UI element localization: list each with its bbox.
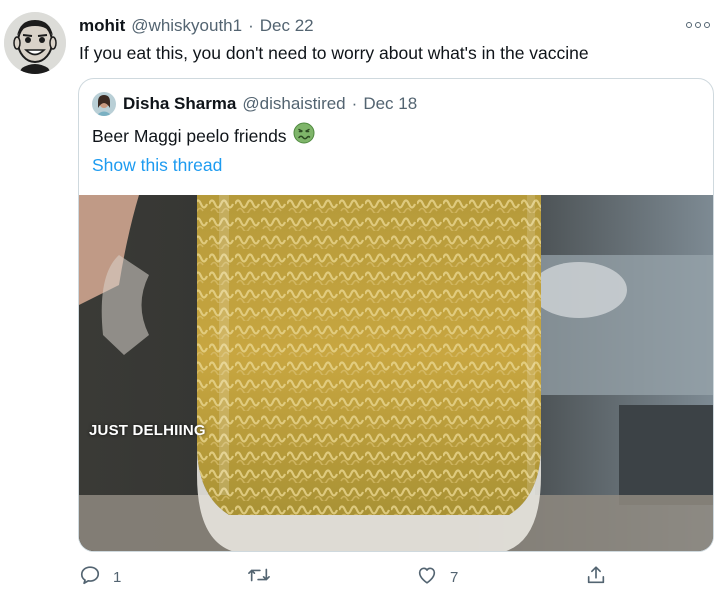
quoted-author-handle[interactable]: @dishaistired — [242, 94, 345, 114]
video-watermark: JUST DELHIING — [89, 422, 206, 439]
tweet-media-video[interactable]: JUST DELHIING — [79, 195, 713, 551]
quoted-author-name[interactable]: Disha Sharma — [123, 94, 236, 114]
like-count: 7 — [450, 568, 459, 586]
heart-icon — [416, 564, 438, 589]
tweet-action-bar: 1 7 — [0, 562, 717, 589]
share-button[interactable] — [585, 562, 607, 589]
separator-dot: · — [351, 94, 358, 113]
retweet-icon — [247, 564, 271, 589]
retweet-button[interactable] — [247, 562, 283, 589]
more-options-icon[interactable] — [686, 17, 710, 33]
show-thread-link[interactable]: Show this thread — [92, 153, 222, 177]
separator-dot: · — [248, 16, 254, 35]
author-name[interactable]: mohit — [79, 16, 125, 36]
tweet-header: mohit @whiskyouth1 · Dec 22 — [79, 14, 314, 38]
author-handle[interactable]: @whiskyouth1 — [131, 16, 242, 36]
quoted-tweet-text: Beer Maggi peelo friends — [92, 126, 287, 146]
quoted-author-avatar — [92, 92, 116, 116]
quoted-tweet-date[interactable]: Dec 18 — [363, 94, 417, 114]
reply-count: 1 — [113, 568, 122, 586]
reply-icon — [79, 564, 101, 589]
quoted-tweet[interactable]: Disha Sharma @dishaistired · Dec 18 Beer… — [78, 78, 714, 552]
quoted-tweet-header: Disha Sharma @dishaistired · Dec 18 — [123, 92, 417, 116]
tweet-date[interactable]: Dec 22 — [260, 16, 314, 36]
quoted-tweet-text-row: Beer Maggi peelo friends — [92, 122, 315, 150]
reply-button[interactable]: 1 — [79, 562, 121, 589]
like-button[interactable]: 7 — [416, 562, 458, 589]
share-icon — [585, 564, 607, 589]
author-avatar[interactable] — [4, 12, 66, 74]
nauseated-face-icon — [293, 122, 315, 150]
tweet-text: If you eat this, you don't need to worry… — [79, 43, 589, 63]
